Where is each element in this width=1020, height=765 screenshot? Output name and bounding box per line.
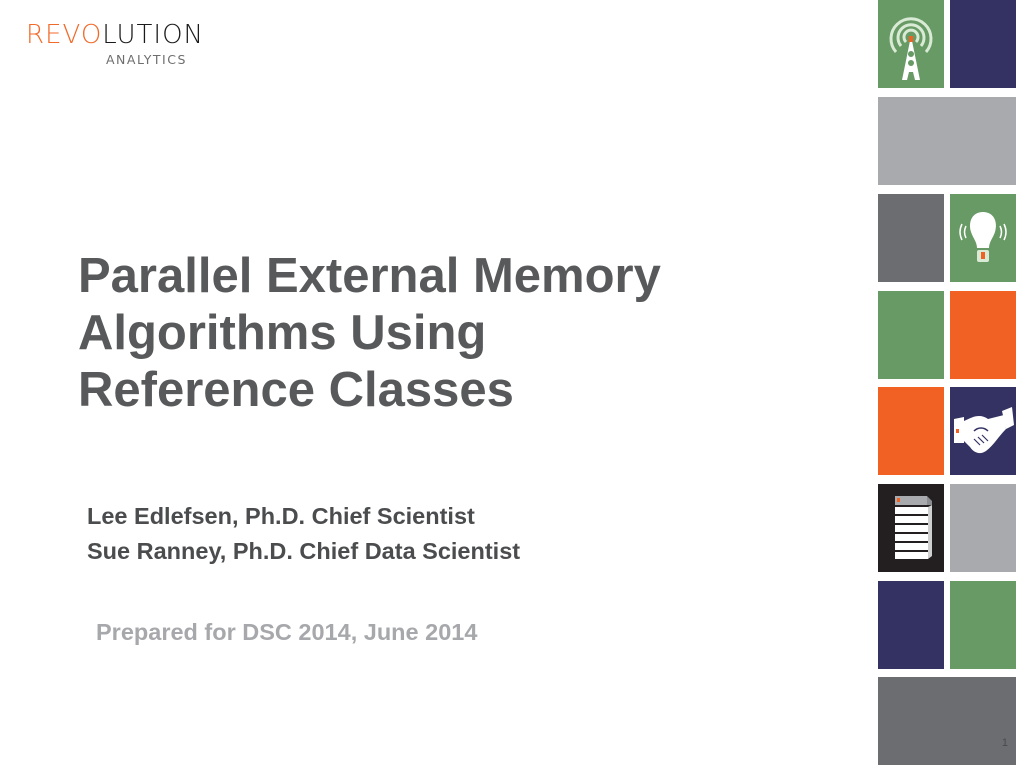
tile-dark-gray-wide: 1 (878, 677, 1016, 765)
tile-database (878, 484, 944, 572)
tile-light-gray (950, 484, 1016, 572)
tile-green (950, 581, 1016, 669)
tile-dark-gray (878, 194, 944, 282)
database-stack-icon (895, 496, 932, 559)
tile-navy (950, 0, 1016, 88)
logo-subtitle: ANALYTICS (106, 52, 187, 67)
tile-navy (878, 581, 944, 669)
page-number: 1 (1001, 737, 1008, 749)
tile-gray-wide (878, 97, 1016, 185)
author-line: Lee Edlefsen, Ph.D. Chief Scientist (87, 503, 475, 529)
authors: Lee Edlefsen, Ph.D. Chief Scientist Sue … (87, 499, 520, 569)
handshake-icon (954, 407, 1014, 454)
tile-lightbulb (950, 194, 1016, 282)
tile-orange (878, 387, 944, 475)
slide-title: Parallel External Memory Algorithms Usin… (78, 248, 838, 419)
logo-wordmark-black: LUTION (102, 20, 204, 50)
slide-title-line: Parallel External Memory (78, 249, 661, 303)
lightbulb-icon (959, 212, 1007, 262)
radio-tower-icon (889, 17, 933, 80)
tile-green (878, 291, 944, 379)
tile-radio-tower (878, 0, 944, 88)
tile-orange (950, 291, 1016, 379)
logo-wordmark: REVOLUTION (26, 22, 204, 48)
author-line: Sue Ranney, Ph.D. Chief Data Scientist (87, 538, 521, 564)
revolution-analytics-logo: REVOLUTION ANALYTICS (26, 22, 206, 72)
slide-title-line: Algorithms Using (78, 306, 487, 360)
slide-title-line: Reference Classes (78, 363, 514, 417)
logo-wordmark-orange: REVO (26, 20, 103, 50)
prepared-for-text: Prepared for DSC 2014, June 2014 (96, 619, 478, 645)
tile-handshake (950, 387, 1016, 475)
